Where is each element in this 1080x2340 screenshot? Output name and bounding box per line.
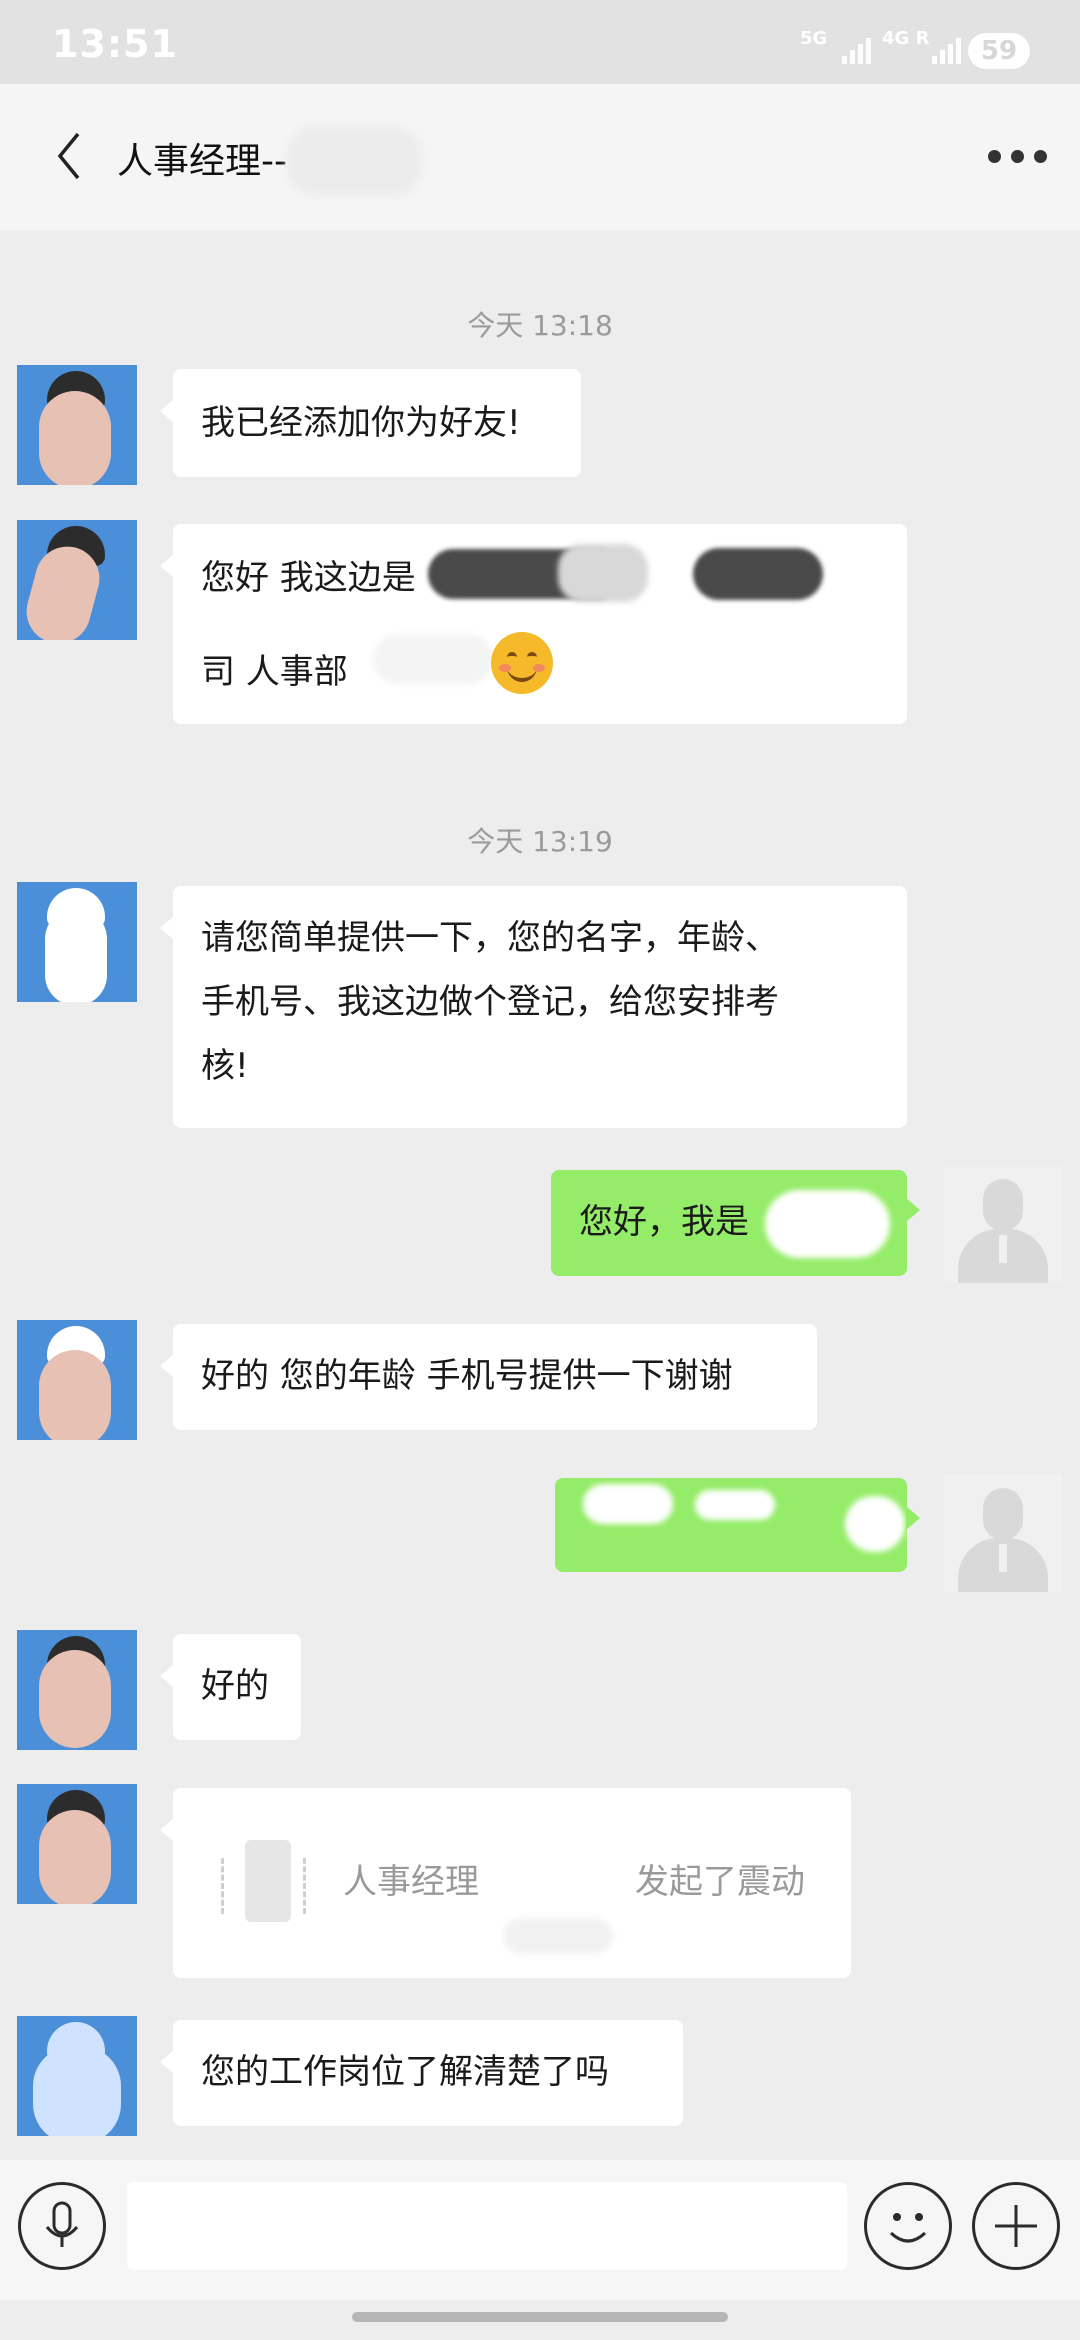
microphone-icon xyxy=(45,2201,79,2247)
redacted-area xyxy=(845,1496,905,1552)
redacted-area xyxy=(583,1484,673,1524)
contact-avatar[interactable] xyxy=(17,1320,137,1440)
redacted-area xyxy=(558,544,648,602)
outgoing-message-bubble[interactable] xyxy=(555,1478,920,1572)
message-text-line: 核! xyxy=(201,1046,249,1086)
message-bubble[interactable]: 请您简单提供一下，您的名字，年龄、 手机号、我这边做个登记，给您安排考 核! xyxy=(160,886,907,1128)
network-5g-label: 5G xyxy=(800,28,828,49)
smiley-icon xyxy=(889,2213,927,2243)
contact-avatar[interactable] xyxy=(17,1784,137,1904)
message-text: 我已经添加你为好友! xyxy=(201,403,521,443)
vibrate-message-bubble[interactable]: 人事经理 发起了震动 xyxy=(160,1788,851,1978)
contact-avatar[interactable] xyxy=(17,520,137,640)
contact-avatar[interactable] xyxy=(17,1630,137,1750)
plus-button[interactable] xyxy=(972,2182,1060,2270)
redacted-area xyxy=(373,634,493,684)
timestamp: 今天 13:19 xyxy=(467,825,613,858)
chat-title: 人事经理-- xyxy=(117,141,287,182)
emoji-button[interactable] xyxy=(864,2182,952,2270)
timestamp: 今天 13:18 xyxy=(467,309,613,342)
home-indicator[interactable] xyxy=(352,2312,728,2322)
contact-avatar[interactable] xyxy=(17,365,137,485)
my-avatar[interactable] xyxy=(944,1474,1062,1592)
back-button[interactable] xyxy=(50,126,90,186)
vibrate-text: 发起了震动 xyxy=(635,1862,805,1902)
input-bar xyxy=(0,2160,1080,2300)
redacted-area xyxy=(693,548,823,600)
message-text-line: 手机号、我这边做个登记，给您安排考 xyxy=(201,982,779,1022)
contact-avatar[interactable] xyxy=(17,882,137,1002)
redacted-area xyxy=(695,1490,775,1520)
message-bubble[interactable]: 好的 xyxy=(160,1634,301,1740)
vibrate-wave-left xyxy=(221,1858,234,1914)
message-bubble[interactable]: 您的工作岗位了解清楚了吗 xyxy=(160,2020,683,2126)
my-avatar[interactable] xyxy=(944,1165,1062,1283)
message-text-line: 请您简单提供一下，您的名字，年龄、 xyxy=(201,918,779,958)
contact-avatar[interactable] xyxy=(17,2016,137,2136)
redacted-area xyxy=(503,1918,613,1954)
message-bubble[interactable]: 我已经添加你为好友! xyxy=(160,369,581,477)
phone-vibrate-icon xyxy=(245,1840,291,1922)
chat-header: 人事经理-- xyxy=(0,84,1080,230)
voice-button[interactable] xyxy=(18,2182,106,2270)
signal-5g-icon xyxy=(842,34,871,64)
network-4g-label: 4G R xyxy=(882,28,930,49)
message-text: 好的 您的年龄 手机号提供一下谢谢 xyxy=(201,1356,733,1396)
outgoing-message-bubble[interactable]: 您好，我是 xyxy=(551,1170,920,1276)
plus-icon xyxy=(995,2205,1037,2247)
status-bar: 13:51 5G 4G R 59 xyxy=(0,0,1080,84)
message-text: 好的 xyxy=(201,1666,269,1706)
message-bubble[interactable]: 您好 我这边是 司 人事部 xyxy=(160,524,907,724)
vibrate-wave-right xyxy=(303,1858,316,1914)
message-bubble[interactable]: 好的 您的年龄 手机号提供一下谢谢 xyxy=(160,1324,817,1430)
vibrate-sender: 人事经理 xyxy=(343,1862,479,1902)
chevron-left-icon xyxy=(57,132,80,180)
message-input[interactable] xyxy=(127,2182,847,2270)
status-time: 13:51 xyxy=(52,22,178,66)
smiley-emoji-icon xyxy=(491,632,553,694)
redacted-area xyxy=(765,1190,890,1258)
message-text: 您好，我是 xyxy=(579,1202,749,1242)
message-text: 您的工作岗位了解清楚了吗 xyxy=(201,2052,609,2092)
battery-indicator: 59 xyxy=(968,33,1030,69)
signal-4g-icon xyxy=(932,34,961,64)
more-dots-icon[interactable] xyxy=(988,150,1047,163)
redacted-name xyxy=(287,126,422,196)
